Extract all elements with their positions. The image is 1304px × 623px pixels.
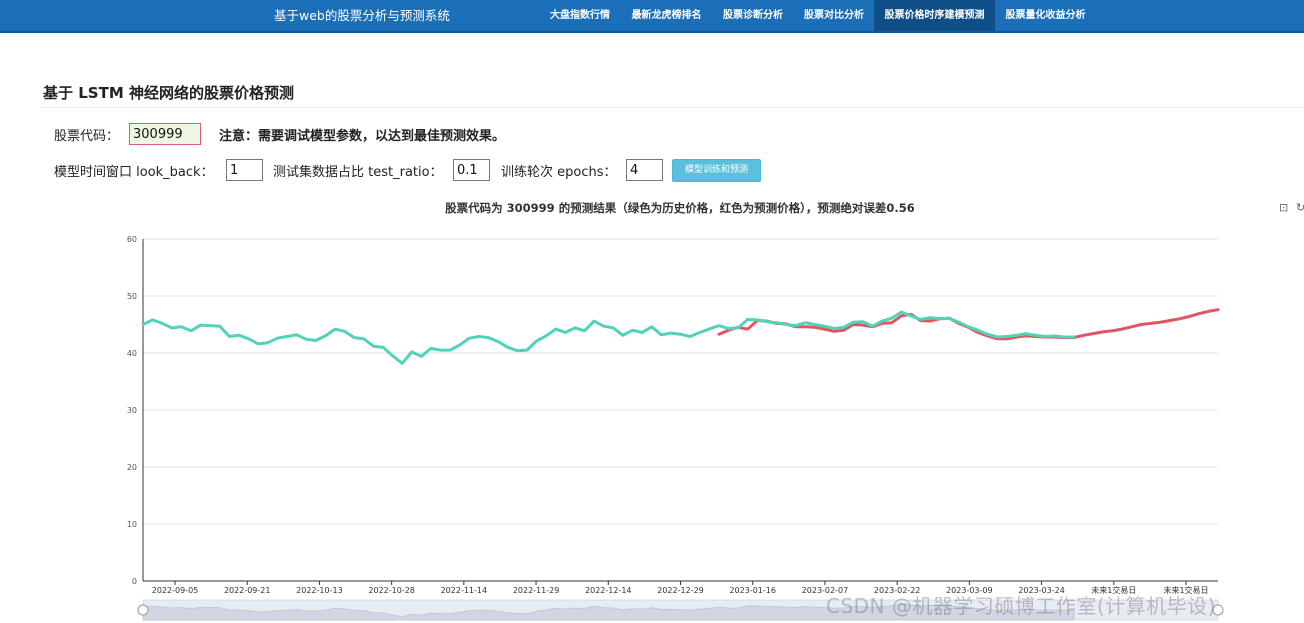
x-tick-label: 2022-09-21 [224, 586, 271, 595]
y-tick-label: 20 [127, 463, 137, 472]
x-tick-label: 2022-12-29 [657, 586, 704, 595]
epochs-input[interactable] [626, 159, 663, 181]
x-tick-label: 2022-12-14 [585, 586, 632, 595]
data-zoom-icon[interactable]: ⊡ [1279, 201, 1288, 214]
train-predict-button[interactable]: 模型训练和预测 [672, 159, 761, 182]
look-back-label: 模型时间窗口 look_back： [54, 165, 214, 180]
navbar-brand[interactable]: 基于web的股票分析与预测系统 [274, 0, 450, 31]
test-ratio-input[interactable] [453, 159, 490, 181]
page-title: 基于 LSTM 神经网络的股票价格预测 [43, 84, 294, 102]
test-ratio-label: 测试集数据占比 test_ratio： [273, 165, 443, 180]
tuning-note: 注意：需要调试模型参数，以达到最佳预测效果。 [219, 129, 506, 144]
look-back-input[interactable] [226, 159, 263, 181]
chart-title: 股票代码为 300999 的预测结果（绿色为历史价格，红色为预测价格），预测绝对… [445, 201, 915, 215]
x-tick-label: 2023-01-16 [729, 586, 776, 595]
y-tick-label: 10 [127, 520, 137, 529]
restore-icon[interactable]: ↻ [1296, 201, 1304, 214]
watermark: CSDN @机器学习硕博工作室(计算机毕设) [826, 594, 1216, 618]
stock-code-input[interactable] [129, 123, 201, 145]
nav-item-market-index[interactable]: 大盘指数行情 [541, 0, 619, 31]
stock-code-label: 股票代码： [54, 129, 120, 144]
title-divider [40, 107, 1304, 108]
top-navbar: 基于web的股票分析与预测系统 大盘指数行情 最新龙虎榜排名 股票诊断分析 股票… [0, 0, 1304, 33]
x-tick-label: 2022-10-13 [296, 586, 343, 595]
nav-item-dragon-tiger-rank[interactable]: 最新龙虎榜排名 [624, 0, 709, 31]
y-tick-label: 30 [127, 406, 137, 415]
y-tick-label: 40 [127, 349, 137, 358]
y-tick-label: 50 [127, 292, 137, 301]
nav-item-price-forecast[interactable]: 股票价格时序建模预测 [874, 0, 995, 31]
y-tick-label: 60 [127, 235, 137, 244]
datazoom-handle-left [137, 604, 149, 616]
y-tick-label: 0 [132, 577, 137, 586]
x-tick-label: 2022-11-29 [513, 586, 560, 595]
x-tick-label: 2022-09-05 [152, 586, 199, 595]
x-tick-label: 2022-10-28 [368, 586, 415, 595]
epochs-label: 训练轮次 epochs： [501, 165, 617, 180]
nav-item-stock-compare[interactable]: 股票对比分析 [795, 0, 873, 31]
nav-item-stock-diagnosis[interactable]: 股票诊断分析 [714, 0, 792, 31]
history-price-line [141, 310, 1076, 365]
x-tick-label: 2022-11-14 [441, 586, 488, 595]
price-forecast-chart: 0 10 20 30 40 50 60 2022-09-05 2022-09-21 2022-10… [127, 235, 1224, 621]
nav-item-quant-returns[interactable]: 股票量化收益分析 [998, 0, 1093, 31]
